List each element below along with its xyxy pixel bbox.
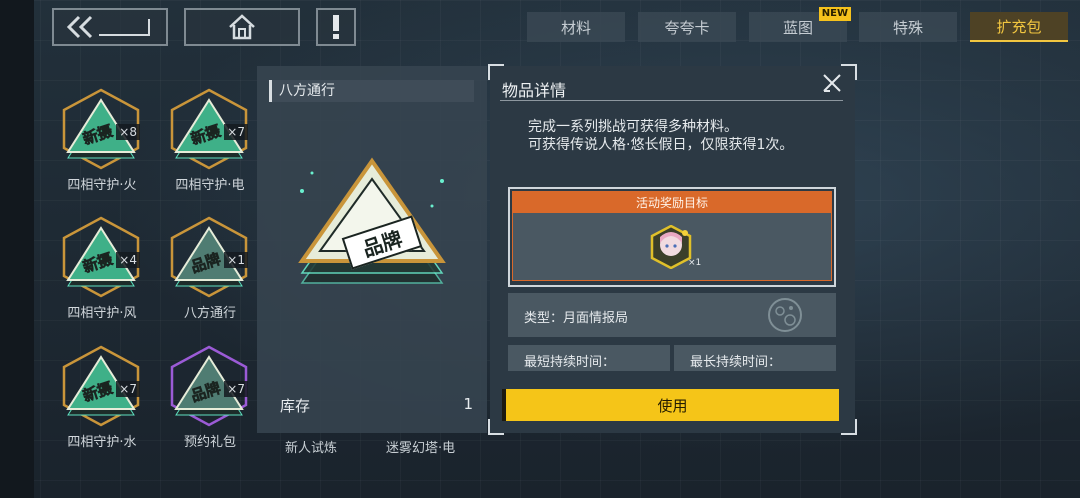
- item-icon-wrap: 新摄 ×7: [58, 343, 144, 429]
- item-name: 四相守护·电: [175, 178, 245, 193]
- reward-header: 活动奖励目标: [512, 191, 832, 213]
- back-button[interactable]: [52, 8, 168, 46]
- type-label: 类型：月面情报局: [524, 311, 629, 326]
- max-duration-box: 最长持续时间：: [674, 345, 836, 371]
- min-duration-box: 最短持续时间：: [508, 345, 670, 371]
- corner-bracket: [841, 419, 857, 435]
- reward-quantity: ×1: [688, 258, 702, 268]
- preview-item-title: 八方通行: [269, 80, 474, 102]
- use-button[interactable]: 使用: [502, 389, 839, 421]
- corner-bracket: [488, 419, 504, 435]
- left-edge-strip: [0, 0, 34, 498]
- item-count: ×7: [116, 381, 140, 397]
- close-button[interactable]: [821, 72, 843, 94]
- tab-label: 材料: [560, 18, 591, 37]
- title-divider: [500, 100, 843, 101]
- item-count: ×8: [116, 124, 140, 140]
- tab-blueprints[interactable]: 蓝图 NEW: [749, 7, 851, 42]
- tab-praise-cards[interactable]: 夸夸卡: [638, 12, 736, 42]
- item-icon-wrap: 新摄 ×8: [58, 86, 144, 172]
- item-preview-panel: 八方通行 品牌 库存 1: [257, 66, 487, 433]
- item-name: 四相守护·水: [67, 435, 137, 450]
- reward-target-box: 活动奖励目标 ×1: [508, 187, 836, 287]
- inventory-item[interactable]: 新摄 ×4 四相守护·风: [52, 214, 152, 321]
- inventory-item[interactable]: 新摄 ×7 四相守护·电: [160, 86, 260, 193]
- item-name: 四相守护·火: [67, 178, 137, 193]
- tab-label: 特殊: [892, 18, 923, 37]
- type-row: 类型：月面情报局: [508, 293, 836, 337]
- reward-body: ×1: [512, 213, 832, 281]
- alert-button[interactable]: [316, 8, 356, 46]
- item-name-mist-tower[interactable]: 迷雾幻塔·电: [386, 437, 455, 456]
- tab-expansion-packs[interactable]: 扩充包: [970, 12, 1068, 42]
- detail-title: 物品详情: [502, 81, 567, 100]
- item-count: ×1: [224, 252, 248, 268]
- close-icon: [823, 74, 841, 92]
- tab-label: 扩充包: [996, 17, 1042, 36]
- home-icon: [229, 14, 255, 40]
- item-name: 四相守护·风: [67, 306, 137, 321]
- min-duration-label: 最短持续时间：: [524, 355, 616, 370]
- max-duration-label: 最长持续时间：: [690, 355, 782, 370]
- tab-label: 夸夸卡: [664, 18, 710, 37]
- corner-bracket: [841, 64, 857, 80]
- home-button[interactable]: [184, 8, 300, 46]
- tab-label: 蓝图: [782, 18, 813, 37]
- item-count: ×4: [116, 252, 140, 268]
- stock-label: 库存: [280, 397, 311, 415]
- inventory-item[interactable]: 品牌 ×7 预约礼包: [160, 343, 260, 450]
- tab-special[interactable]: 特殊: [859, 12, 957, 42]
- item-count: ×7: [224, 381, 248, 397]
- inventory-item[interactable]: 新摄 ×7 四相守护·水: [52, 343, 152, 450]
- tab-materials[interactable]: 材料: [527, 12, 625, 42]
- item-description: 完成一系列挑战可获得多种材料。 可获得传说人格·悠长假日，仅限获得1次。: [528, 119, 794, 153]
- stock-value: 1: [463, 395, 473, 413]
- exclamation-icon: [333, 15, 339, 39]
- back-arrow-icon: [66, 15, 150, 39]
- item-detail-panel: 物品详情 完成一系列挑战可获得多种材料。 可获得传说人格·悠长假日，仅限获得1次…: [488, 64, 857, 435]
- item-count: ×7: [224, 124, 248, 140]
- item-name-new-trial[interactable]: 新人试炼: [285, 437, 337, 456]
- item-icon-wrap: 新摄 ×7: [166, 86, 252, 172]
- item-name: 八方通行: [183, 306, 236, 321]
- character-portrait-icon: [650, 224, 692, 270]
- item-icon-wrap: 品牌 ×7: [166, 343, 252, 429]
- moon-emblem-icon: [768, 298, 802, 332]
- reward-item[interactable]: [649, 224, 693, 270]
- inventory-item[interactable]: 品牌 ×1 八方通行: [160, 214, 260, 321]
- brand-pack-illustration: [298, 157, 446, 284]
- new-badge: NEW: [818, 7, 851, 21]
- item-name: 预约礼包: [183, 435, 236, 450]
- item-icon-wrap: 新摄 ×4: [58, 214, 144, 300]
- item-icon-wrap: 品牌 ×1: [166, 214, 252, 300]
- inventory-item[interactable]: 新摄 ×8 四相守护·火: [52, 86, 152, 193]
